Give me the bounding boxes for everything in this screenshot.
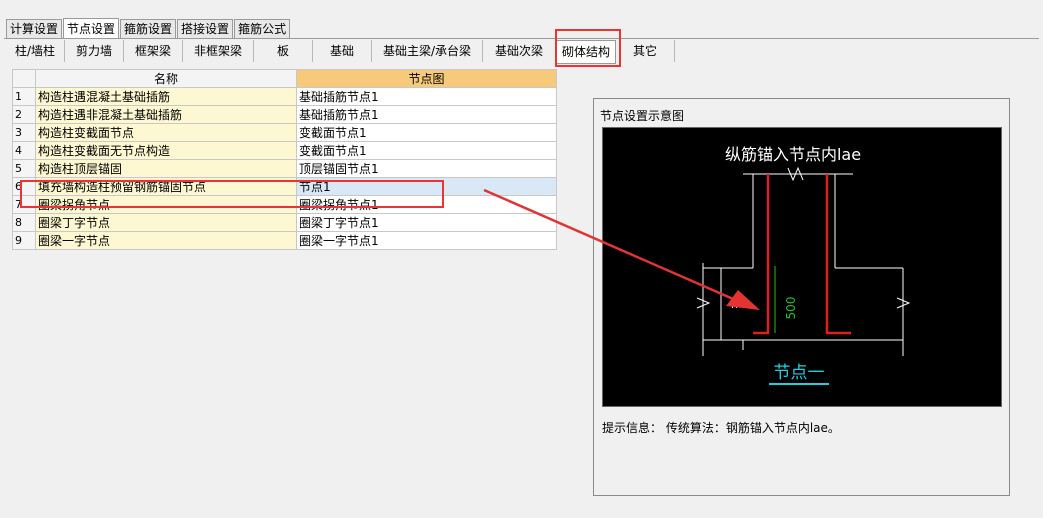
cell-idx[interactable]: 9 [12,231,36,250]
subtab-foundation-main-beam[interactable]: 基础主梁/承台梁 [372,40,483,62]
tab-stirrup-formula[interactable]: 箍筋公式 [234,19,291,38]
tab-calc-settings[interactable]: 计算设置 [6,19,63,38]
cell-node[interactable]: 顶层锚固节点1 [296,159,557,178]
diagram-caption: 节点一 [774,363,825,383]
table-header-row: 名称 节点图 [12,69,557,88]
subtab-other[interactable]: 其它 [616,40,675,62]
cell-node[interactable]: 基础插筋节点1 [296,87,557,106]
cell-name[interactable]: 构造柱变截面节点 [35,123,297,142]
node-diagram: 纵筋锚入节点内lae h 500 节点一 [696,145,911,385]
cell-node[interactable]: 变截面节点1 [296,141,557,160]
cell-idx[interactable]: 4 [12,141,36,160]
cell-name[interactable]: 圈梁丁字节点 [35,213,297,232]
cell-idx[interactable]: 2 [12,105,36,124]
tab-stirrup-settings[interactable]: 箍筋设置 [120,19,177,38]
node-diagram-dialog: 节点设置示意图 纵筋锚入节点内lae h 500 节点一 提示信息： 传统算法：… [593,98,1010,496]
diagram-canvas: 纵筋锚入节点内lae h 500 节点一 [602,127,1002,407]
masonry-highlight-box [555,29,621,67]
dim-label-h: h [731,298,738,311]
rebar-left [753,174,770,335]
subtab-foundation-secondary-beam[interactable]: 基础次梁 [483,40,556,62]
top-break-mark [787,166,804,182]
cell-idx[interactable]: 5 [12,159,36,178]
cell-node[interactable]: 变截面节点1 [296,123,557,142]
table-row[interactable]: 4 构造柱变截面无节点构造 变截面节点1 [12,141,557,160]
header-name: 名称 [35,69,297,88]
row-highlight-box [20,180,444,208]
table-row[interactable]: 2 构造柱遇非混凝土基础插筋 基础插筋节点1 [12,105,557,124]
cell-name[interactable]: 构造柱顶层锚固 [35,159,297,178]
subtab-column[interactable]: 柱/墙柱 [6,40,65,62]
cell-idx[interactable]: 1 [12,87,36,106]
tab-lap-settings[interactable]: 搭接设置 [177,19,234,38]
hint-text: 提示信息： 传统算法：钢筋锚入节点内lae。 [602,421,840,435]
rebar-right [825,174,851,335]
table-row[interactable]: 1 构造柱遇混凝土基础插筋 基础插筋节点1 [12,87,557,106]
cell-idx[interactable]: 8 [12,213,36,232]
table-row[interactable]: 5 构造柱顶层锚固 顶层锚固节点1 [12,159,557,178]
cell-node[interactable]: 圈梁丁字节点1 [296,213,557,232]
cell-idx[interactable]: 3 [12,123,36,142]
cell-node[interactable]: 基础插筋节点1 [296,105,557,124]
header-node-diagram: 节点图 [296,69,557,88]
tab-divider [4,38,1039,39]
subtab-shear-wall[interactable]: 剪力墙 [65,40,124,62]
subtab-frame-beam[interactable]: 框架梁 [124,40,183,62]
tab-node-settings[interactable]: 节点设置 [63,18,120,39]
cell-name[interactable]: 构造柱遇非混凝土基础插筋 [35,105,297,124]
node-settings-table: 名称 节点图 1 构造柱遇混凝土基础插筋 基础插筋节点1 2 构造柱遇非混凝土基础插筋基… [12,69,557,250]
dialog-title: 节点设置示意图 [600,109,685,123]
table-row[interactable]: 3 构造柱变截面节点 变截面节点1 [12,123,557,142]
subtab-slab[interactable]: 板 [254,40,313,62]
diagram-heading: 纵筋锚入节点内lae [725,145,861,164]
subtab-foundation[interactable]: 基础 [313,40,372,62]
cell-name[interactable]: 圈梁一字节点 [35,231,297,250]
top-tab-bar: 计算设置 节点设置 箍筋设置 搭接设置 箍筋公式 [6,18,291,39]
table-row[interactable]: 8 圈梁丁字节点 圈梁丁字节点1 [12,213,557,232]
table-row[interactable]: 9 圈梁一字节点 圈梁一字节点1 [12,231,557,250]
subtab-non-frame-beam[interactable]: 非框架梁 [183,40,254,62]
cell-name[interactable]: 构造柱变截面无节点构造 [35,141,297,160]
header-index [12,69,36,88]
cell-name[interactable]: 构造柱遇混凝土基础插筋 [35,87,297,106]
dim-label-500: 500 [784,297,798,320]
cell-node[interactable]: 圈梁一字节点1 [296,231,557,250]
